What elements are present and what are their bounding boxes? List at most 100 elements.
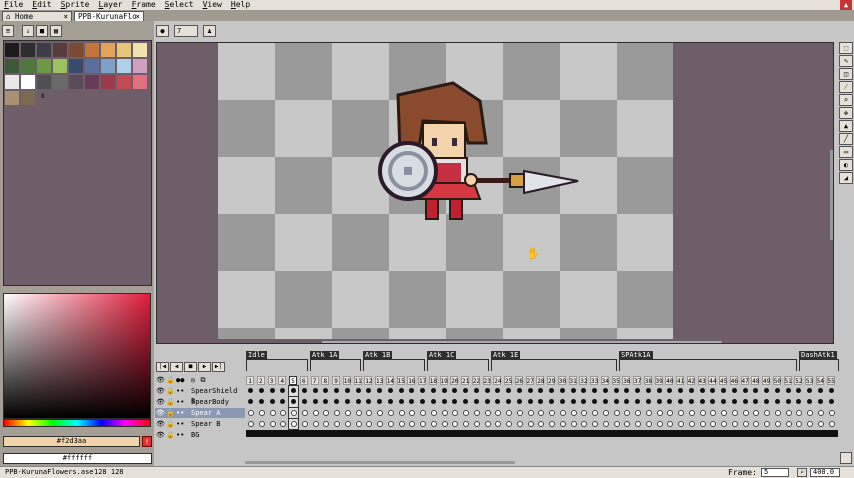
frame-number[interactable]: 1 (246, 376, 254, 385)
cel[interactable] (569, 386, 578, 396)
cel[interactable] (719, 386, 728, 396)
menu-file[interactable]: File (0, 0, 28, 10)
cel[interactable] (493, 408, 502, 418)
cel[interactable] (676, 386, 685, 396)
cel[interactable] (665, 408, 674, 418)
cel[interactable] (364, 397, 373, 407)
frame-number[interactable]: 15 (396, 376, 405, 385)
visibility-icon[interactable]: 👁 (156, 419, 165, 429)
frame-number[interactable]: 54 (815, 376, 824, 385)
cel[interactable] (526, 419, 535, 429)
frame-number[interactable]: 11 (353, 376, 362, 385)
visibility-icon[interactable]: 👁 (156, 376, 165, 385)
frame-number[interactable]: 43 (697, 376, 706, 385)
frame-number[interactable]: 25 (504, 376, 512, 385)
frame-number[interactable]: 17 (418, 376, 426, 385)
cel[interactable] (257, 419, 266, 429)
fill-icon[interactable]: ▲ (839, 120, 853, 132)
cel[interactable] (268, 408, 277, 418)
menu-select[interactable]: Select (161, 0, 199, 10)
cel[interactable] (461, 386, 470, 396)
palette-swatch[interactable] (5, 43, 19, 57)
cel[interactable] (332, 419, 341, 429)
cel[interactable] (794, 397, 803, 407)
cel[interactable] (773, 408, 782, 418)
cel[interactable] (450, 397, 459, 407)
vertical-scrollbar[interactable] (830, 150, 833, 240)
menu-layer[interactable]: Layer (94, 0, 127, 10)
cel[interactable] (633, 386, 642, 396)
lock-icon[interactable]: 🔒 (166, 376, 175, 385)
hue-slider[interactable] (3, 419, 151, 427)
cel[interactable] (375, 397, 384, 407)
cel[interactable] (386, 408, 395, 418)
cel[interactable] (773, 419, 782, 429)
cel[interactable] (332, 397, 341, 407)
cel[interactable] (784, 386, 793, 396)
frame-number[interactable]: 14 (385, 376, 394, 385)
cel[interactable] (827, 386, 836, 396)
cel[interactable] (827, 408, 836, 418)
cel[interactable] (569, 408, 578, 418)
cel[interactable] (386, 397, 395, 407)
cel[interactable] (321, 397, 330, 407)
marquee-icon[interactable]: ⬚ (839, 42, 853, 54)
cel[interactable] (558, 419, 567, 429)
cel[interactable] (300, 408, 309, 418)
tab-home[interactable]: ⌂ Home × (2, 11, 72, 21)
cel[interactable] (288, 418, 299, 430)
cel[interactable] (816, 397, 825, 407)
frame-number[interactable]: 27 (525, 376, 534, 385)
cel[interactable] (816, 419, 825, 429)
cel[interactable] (687, 419, 696, 429)
cel[interactable] (300, 397, 309, 407)
cel[interactable] (536, 386, 545, 396)
cel[interactable] (257, 408, 266, 418)
frame-number[interactable]: 51 (783, 376, 792, 385)
cel[interactable] (719, 408, 728, 418)
cel[interactable] (278, 397, 287, 407)
cel[interactable] (418, 419, 427, 429)
cel[interactable] (311, 408, 320, 418)
cel[interactable] (461, 419, 470, 429)
cel[interactable] (246, 408, 255, 418)
cel[interactable] (483, 386, 492, 396)
palette-swatch[interactable] (21, 43, 35, 57)
cel[interactable] (590, 419, 599, 429)
frame-number[interactable]: 35 (611, 376, 620, 385)
layer-row[interactable]: 👁 🔒 •• SpearBody (155, 397, 245, 407)
cel[interactable] (741, 397, 750, 407)
cel[interactable] (633, 408, 642, 418)
cel[interactable] (246, 397, 255, 407)
frame-number[interactable]: 4 (278, 376, 287, 385)
frame-number[interactable]: 45 (719, 376, 727, 385)
cel[interactable] (698, 419, 707, 429)
horizontal-scrollbar[interactable] (322, 341, 722, 343)
menu-edit[interactable]: Edit (28, 0, 56, 10)
cel[interactable] (407, 408, 416, 418)
cel[interactable] (665, 397, 674, 407)
cel[interactable] (719, 397, 728, 407)
continuous-icon[interactable]: •• (176, 419, 184, 429)
cel[interactable] (536, 397, 545, 407)
cel[interactable] (751, 408, 760, 418)
cel[interactable] (784, 408, 793, 418)
frame-number[interactable]: 28 (536, 376, 544, 385)
palette-options-icon[interactable]: ≡ (2, 25, 14, 37)
cel[interactable] (536, 408, 545, 418)
cel[interactable] (622, 397, 631, 407)
zoom-icon[interactable]: ⌕ (797, 468, 807, 477)
continuous-icon[interactable]: •• (176, 408, 184, 418)
cel[interactable] (311, 386, 320, 396)
cel[interactable] (504, 408, 513, 418)
cel[interactable] (450, 408, 459, 418)
cel[interactable] (633, 419, 642, 429)
cel[interactable] (515, 397, 524, 407)
frame-number[interactable]: 9 (332, 376, 340, 385)
cel[interactable] (741, 419, 750, 429)
cel[interactable] (332, 408, 341, 418)
cel[interactable] (343, 408, 352, 418)
cel[interactable] (590, 386, 599, 396)
palette-swatch[interactable] (5, 59, 19, 73)
cel[interactable] (526, 408, 535, 418)
